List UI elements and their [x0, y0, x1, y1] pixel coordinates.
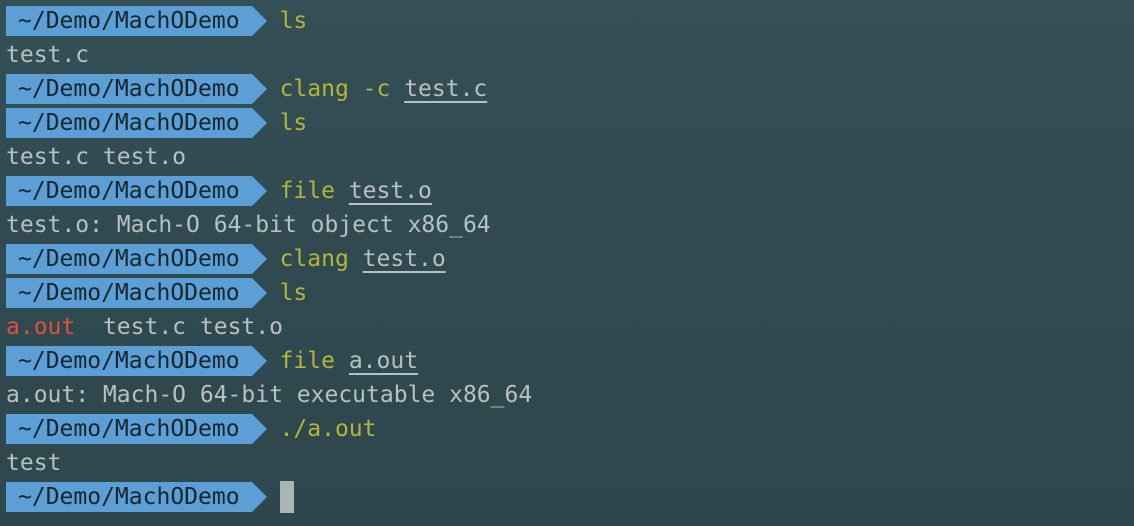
prompt-line[interactable]: ~/Demo/MachODemo — [6, 480, 294, 514]
prompt-line: ~/Demo/MachODemo ls — [6, 276, 307, 310]
output-line: test.o: Mach-O 64-bit object x86_64 — [6, 212, 491, 238]
command-name: file — [279, 348, 349, 374]
output-line: a.out: Mach-O 64-bit executable x86_64 — [6, 382, 533, 408]
command-text: file a.out — [280, 344, 419, 378]
command-text: clang test.o — [280, 242, 446, 276]
command-text: clang -c test.c — [280, 72, 488, 106]
command-text: ls — [279, 280, 308, 306]
prompt-line: ~/Demo/MachODemo clang -c test.c — [6, 72, 487, 106]
prompt-path-segment: ~/Demo/MachODemo — [6, 6, 267, 36]
prompt-line: ~/Demo/MachODemo ls — [6, 106, 307, 140]
command-name: clang -c — [279, 76, 405, 102]
command-text: ls — [279, 8, 308, 34]
command-argument: a.out — [348, 348, 419, 374]
command-text: file test.o — [280, 174, 432, 208]
prompt-line: ~/Demo/MachODemo clang test.o — [6, 242, 446, 276]
prompt-line: ~/Demo/MachODemo ls — [6, 4, 307, 38]
prompt-path-segment: ~/Demo/MachODemo — [6, 244, 267, 274]
command-name: file — [279, 178, 349, 204]
command-argument: test.o — [362, 246, 446, 272]
executable-file-name: a.out — [6, 314, 76, 340]
prompt-path-segment: ~/Demo/MachODemo — [6, 176, 267, 206]
output-line: test.c test.o — [6, 144, 187, 170]
prompt-path-segment: ~/Demo/MachODemo — [6, 108, 267, 138]
command-text: ./a.out — [279, 416, 377, 442]
prompt-path-segment: ~/Demo/MachODemo — [6, 74, 267, 104]
command-name: clang — [279, 246, 363, 272]
prompt-line: ~/Demo/MachODemo file test.o — [6, 174, 432, 208]
prompt-line: ~/Demo/MachODemo file a.out — [6, 344, 418, 378]
prompt-path-segment: ~/Demo/MachODemo — [6, 346, 267, 376]
prompt-path-segment: ~/Demo/MachODemo — [6, 482, 267, 512]
output-line: a.out test.c test.o — [6, 310, 283, 344]
text-cursor[interactable] — [279, 481, 294, 513]
output-line: test.c — [6, 42, 90, 68]
prompt-path-segment: ~/Demo/MachODemo — [6, 278, 267, 308]
prompt-line: ~/Demo/MachODemo ./a.out — [6, 412, 377, 446]
command-argument: test.o — [348, 178, 432, 204]
command-argument: test.c — [404, 76, 488, 102]
output-line: test — [6, 450, 62, 476]
terminal-window[interactable]: ~/Demo/MachODemo ls test.c ~/Demo/MachOD… — [0, 0, 1134, 526]
prompt-path-segment: ~/Demo/MachODemo — [6, 414, 267, 444]
command-text: ls — [279, 110, 308, 136]
file-list: test.c test.o — [75, 314, 283, 340]
